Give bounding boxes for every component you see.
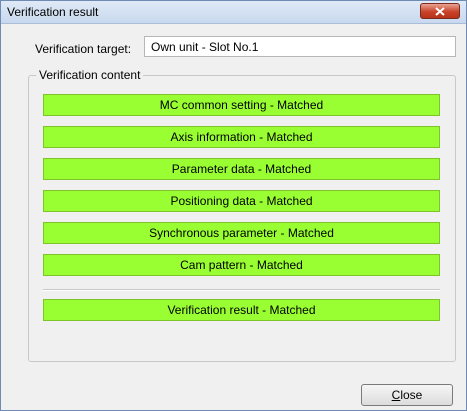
window-title: Verification result (7, 5, 99, 19)
verification-target-field: Own unit - Slot No.1 (144, 36, 456, 57)
title-bar[interactable]: Verification result (1, 1, 466, 24)
dialog-body: Verification target: Own unit - Slot No.… (5, 27, 462, 407)
result-mc-common-setting: MC common setting - Matched (43, 94, 440, 116)
result-parameter-data: Parameter data - Matched (43, 158, 440, 180)
verification-result-dialog: Verification result Verification target:… (0, 0, 467, 411)
result-overall-verification: Verification result - Matched (43, 299, 440, 321)
divider (43, 289, 440, 291)
result-axis-information: Axis information - Matched (43, 126, 440, 148)
close-button-label: lose (400, 388, 423, 402)
close-icon (435, 7, 445, 16)
verification-content-legend: Verification content (36, 68, 144, 82)
close-button[interactable]: Close (361, 384, 453, 406)
verification-target-label: Verification target: (35, 42, 132, 56)
result-synchronous-parameter: Synchronous parameter - Matched (43, 222, 440, 244)
window-close-button[interactable] (420, 3, 460, 19)
result-positioning-data: Positioning data - Matched (43, 190, 440, 212)
result-cam-pattern: Cam pattern - Matched (43, 254, 440, 276)
